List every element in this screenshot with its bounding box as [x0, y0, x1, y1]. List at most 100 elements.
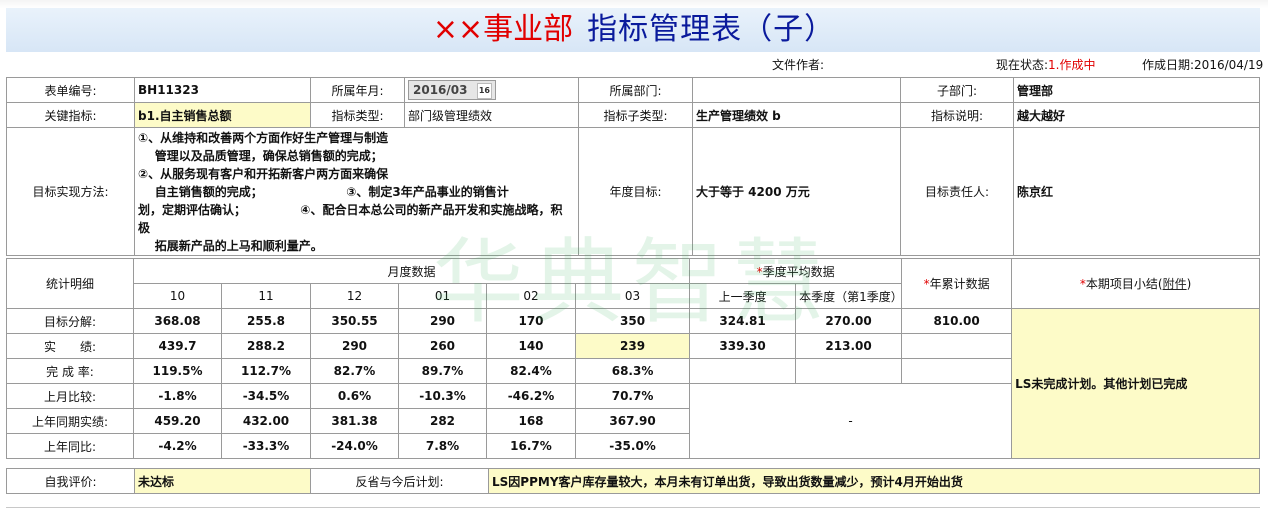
method-line: ①、从维持和改善两个方面作好生产管理与制造 [138, 131, 389, 145]
summary-header-text: 本期项目小结( [1085, 277, 1163, 291]
actual-curr-quarter: 213.00 [795, 333, 903, 359]
actual-cell: 439.7 [133, 333, 222, 359]
method-label: 目标实现方法: [6, 127, 135, 256]
annual-target-label: 年度目标: [578, 127, 693, 256]
mom-cell: 70.7% [574, 383, 691, 409]
mom-cell: -1.8% [133, 383, 222, 409]
prev-quarter-header: 上一季度 [689, 283, 797, 309]
attachment-link[interactable]: 附件 [1163, 277, 1187, 291]
month-header: 11 [221, 283, 311, 309]
created-label: 作成日期: [1142, 58, 1195, 72]
summary-header-close: ) [1186, 277, 1192, 291]
created-info: 作成日期:2016/04/19 [1142, 57, 1263, 73]
dept-value [692, 77, 901, 103]
kpi-desc-value: 越大越好 [1013, 102, 1260, 128]
top-strip [0, 0, 1268, 8]
yoy-cell: -33.3% [221, 433, 311, 459]
summary-text: LS未完成计划。其他计划已完成 [1011, 308, 1261, 459]
method-line: 极 [138, 221, 151, 235]
yoy-cell: 16.7% [486, 433, 576, 459]
page-title: ××事业部 指标管理表（子） [0, 10, 1268, 50]
actual-cell: 290 [310, 333, 399, 359]
actual-current-month: 239 [574, 333, 691, 359]
rate-prev-quarter [689, 358, 797, 384]
kpi-value: b1.自主销售总额 [134, 102, 311, 128]
quarterly-header-text: 季度平均数据 [762, 264, 835, 279]
row-label-actual: 实 绩: [6, 333, 134, 359]
method-line: 划，定期评估确认； ④、配合日本总公司的新产品开发和实施战略，积 [138, 203, 563, 217]
evaluation-table: 自我评价: 未达标 反省与今后计划: LS因PPMY客户库存量较大，本月未有订单… [6, 468, 1260, 494]
form-table: 表单编号: BH11323 所属年月: 2016/03 16 所属部门: 子部门… [6, 77, 1260, 256]
month-header: 10 [133, 283, 222, 309]
rate-cell: 112.7% [221, 358, 311, 384]
kpi-desc-label: 指标说明: [900, 102, 1014, 128]
target-cell: 368.08 [133, 308, 222, 334]
ly-actual-cell: 432.00 [221, 408, 311, 434]
row-label-mom: 上月比较: [6, 383, 134, 409]
actual-cell: 140 [486, 333, 576, 359]
ly-actual-cell: 282 [398, 408, 487, 434]
status-info: 现在状态:1.作成中 [996, 57, 1096, 73]
title-main: 指标管理表（子） [587, 12, 836, 47]
mom-cell: -46.2% [486, 383, 576, 409]
status-value: 1.作成中 [1048, 58, 1096, 72]
sub-dept-label: 子部门: [900, 77, 1014, 103]
actual-cell: 260 [398, 333, 487, 359]
method-line: ②、从服务现有客户和开拓新客户两方面来确保 [138, 167, 389, 181]
method-line: 管理以及品质管理，确保总销售额的完成； [138, 149, 383, 163]
year-month-field[interactable]: 2016/03 16 [408, 80, 496, 100]
curr-quarter-header: 本季度（第1季度） [795, 283, 903, 309]
bottom-divider [6, 507, 1260, 508]
author-label: 文件作者: [772, 58, 825, 72]
method-line: 拓展新产品的上马和顺利量产。 [138, 239, 323, 253]
monthly-header: 月度数据 [132, 258, 691, 284]
row-label-rate: 完 成 率: [6, 358, 134, 384]
plan-value: LS因PPMY客户库存量较大，本月未有订单出货，导致出货数量减少，预计4月开始出… [488, 468, 1260, 494]
year-month-cell: 2016/03 16 [404, 77, 579, 103]
yoy-cell: -24.0% [310, 433, 399, 459]
stats-table: 统计明细 月度数据 *季度平均数据 *年累计数据 *本期项目小结(附件) 10 … [6, 258, 1261, 459]
self-eval-value: 未达标 [134, 468, 311, 494]
owner-label: 目标责任人: [900, 127, 1014, 256]
ly-actual-cell: 168 [486, 408, 576, 434]
kpi-label: 关键指标: [6, 102, 135, 128]
rate-curr-quarter [795, 358, 903, 384]
month-header: 01 [398, 283, 487, 309]
calendar-icon[interactable]: 16 [476, 83, 492, 99]
kpi-type-label: 指标类型: [310, 102, 405, 128]
row-label-yoy: 上年同比: [6, 433, 134, 459]
plan-label: 反省与今后计划: [310, 468, 489, 494]
method-line: 自主销售额的完成； ③、制定3年产品事业的销售计 [138, 185, 509, 199]
self-eval-label: 自我评价: [6, 468, 135, 494]
actual-cell: 288.2 [221, 333, 311, 359]
rate-cell: 82.7% [310, 358, 399, 384]
row-label-target: 目标分解: [6, 308, 134, 334]
owner-value: 陈京红 [1013, 127, 1260, 256]
month-header: 02 [486, 283, 576, 309]
target-cell: 255.8 [221, 308, 311, 334]
title-department: ××事业部 [432, 12, 574, 47]
kpi-type-value: 部门级管理绩效 [404, 102, 579, 128]
yoy-cell: 7.8% [398, 433, 487, 459]
target-cell: 350 [574, 308, 691, 334]
target-cell: 170 [486, 308, 576, 334]
target-curr-quarter: 270.00 [795, 308, 903, 334]
yoy-cell: -4.2% [133, 433, 222, 459]
annual-cum-header: *年累计数据 [901, 258, 1013, 309]
dept-label: 所属部门: [578, 77, 693, 103]
form-no-label: 表单编号: [6, 77, 135, 103]
yoy-cell: -35.0% [574, 433, 691, 459]
ly-actual-cell: 381.38 [310, 408, 399, 434]
status-label: 现在状态: [996, 58, 1049, 72]
actual-annual-cum [901, 333, 1013, 359]
target-annual-cum: 810.00 [901, 308, 1013, 334]
rate-cell: 119.5% [133, 358, 222, 384]
row-label-ly-actual: 上年同期实绩: [6, 408, 134, 434]
target-prev-quarter: 324.81 [689, 308, 797, 334]
method-text: ①、从维持和改善两个方面作好生产管理与制造 管理以及品质管理，确保总销售额的完成… [134, 127, 579, 256]
ly-actual-cell: 367.90 [574, 408, 691, 434]
kpi-subtype-value: 生产管理绩效 b [692, 102, 901, 128]
month-header: 03 [574, 283, 691, 309]
rate-cell: 68.3% [574, 358, 691, 384]
mom-cell: 0.6% [310, 383, 399, 409]
